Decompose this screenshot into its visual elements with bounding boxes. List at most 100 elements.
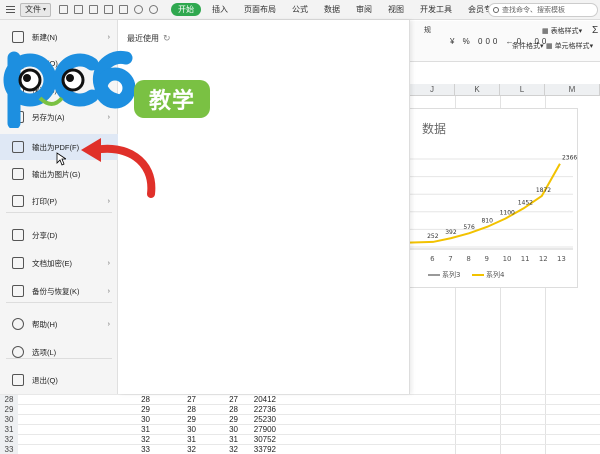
column-header-l[interactable]: L xyxy=(500,84,545,96)
table-cell[interactable]: 29 xyxy=(128,405,150,414)
table-cell[interactable]: 33 xyxy=(128,445,150,454)
file-menu-label: 帮助(H) xyxy=(32,319,58,329)
chevron-right-icon: › xyxy=(107,287,110,295)
tab-view[interactable]: 视图 xyxy=(380,0,412,20)
table-cell[interactable]: 32 xyxy=(216,445,238,454)
tab-home[interactable]: 开始 xyxy=(171,3,202,16)
gear-icon xyxy=(12,346,24,358)
table-cell[interactable]: 27 xyxy=(216,395,238,404)
table-cell[interactable]: 28 xyxy=(174,405,196,414)
table-style-label: 表格样式 xyxy=(550,28,579,35)
row-number[interactable]: 30 xyxy=(0,415,18,425)
table-cell[interactable]: 32 xyxy=(174,445,196,454)
search-icon xyxy=(493,7,499,13)
image-icon xyxy=(12,168,24,180)
column-header-j[interactable]: J xyxy=(410,84,455,96)
file-menu-item-exit[interactable]: 退出(Q) xyxy=(0,367,118,393)
table-cell[interactable]: 29 xyxy=(216,415,238,424)
red-arrow-icon xyxy=(81,138,156,198)
search-input[interactable]: 查找命令、搜索模板 xyxy=(488,3,598,17)
grid-line xyxy=(0,414,600,415)
open-icon[interactable] xyxy=(74,5,84,14)
table-cell[interactable]: 30752 xyxy=(240,435,276,444)
table-style-button[interactable]: ▦ 表格样式▾ xyxy=(542,26,582,36)
file-menu-item-encrypt[interactable]: 文档加密(E) › xyxy=(0,250,118,276)
chart-canvas: 数据 252 392 576 810 110014521872 2366 6 7 8 9 10 11 12… xyxy=(395,121,577,279)
row-number[interactable]: 32 xyxy=(0,435,18,445)
number-format-label: 规 xyxy=(424,27,431,34)
table-cell[interactable]: 27900 xyxy=(240,425,276,434)
table-cell[interactable]: 20412 xyxy=(240,395,276,404)
x-tick-label: 11 xyxy=(521,255,530,263)
table-cell[interactable]: 27 xyxy=(174,395,196,404)
x-tick-label: 6 xyxy=(430,255,435,263)
exit-icon xyxy=(12,374,24,386)
tab-developer[interactable]: 开发工具 xyxy=(412,0,460,20)
number-format-box[interactable]: 规 xyxy=(424,25,431,35)
data-label: 810 xyxy=(481,218,493,225)
tab-review[interactable]: 审阅 xyxy=(348,0,380,20)
row-number[interactable]: 28 xyxy=(0,395,18,405)
x-tick-label: 10 xyxy=(503,255,512,263)
row-number[interactable]: 33 xyxy=(0,445,18,454)
copy-icon[interactable] xyxy=(119,5,129,14)
file-menu-item-options[interactable]: 选项(L) xyxy=(0,339,118,365)
file-menu-item-help[interactable]: 帮助(H) › xyxy=(0,311,118,337)
table-cell[interactable]: 28 xyxy=(216,405,238,414)
table-cell[interactable]: 30 xyxy=(128,415,150,424)
table-cell[interactable]: 31 xyxy=(174,435,196,444)
print-icon[interactable] xyxy=(89,5,99,14)
pdf-icon xyxy=(12,141,24,153)
tab-data[interactable]: 数据 xyxy=(316,0,348,20)
table-cell[interactable]: 30 xyxy=(216,425,238,434)
tab-page-layout[interactable]: 页面布局 xyxy=(236,0,284,20)
legend-entry[interactable]: 系列4 xyxy=(486,270,505,279)
row-number[interactable]: 31 xyxy=(0,425,18,435)
table-cell[interactable]: 28 xyxy=(128,395,150,404)
search-placeholder: 查找命令、搜索模板 xyxy=(502,7,565,14)
tab-insert[interactable]: 插入 xyxy=(204,0,236,20)
file-menu-label: 输出为PDF(F) xyxy=(32,142,80,152)
sum-icon[interactable]: Σ xyxy=(592,25,598,36)
table-cell[interactable]: 30 xyxy=(174,425,196,434)
file-menu-item-share[interactable]: 分享(D) xyxy=(0,222,118,248)
legend-entry[interactable]: 系列3 xyxy=(442,270,460,279)
cell-style-label: 单元格样式 xyxy=(554,43,590,50)
table-cell[interactable]: 31 xyxy=(128,425,150,434)
grid-line xyxy=(0,424,600,425)
grid-line xyxy=(0,394,600,395)
row-number[interactable]: 29 xyxy=(0,405,18,415)
file-menu-label: 文件 xyxy=(25,5,41,14)
x-tick-label: 12 xyxy=(539,255,548,263)
tab-formulas[interactable]: 公式 xyxy=(284,0,316,20)
cond-format-button[interactable]: 条件格式▾ xyxy=(512,41,544,51)
file-menu-item-backup[interactable]: 备份与恢复(K) › xyxy=(0,278,118,304)
file-menu-label: 分享(D) xyxy=(32,230,58,240)
line-chart[interactable]: 数据 252 392 576 810 1100 1452 1872 2366 6 7 8 9 10 11 12… xyxy=(395,108,578,288)
menu-separator xyxy=(6,212,112,213)
preview-icon[interactable] xyxy=(104,5,114,14)
file-menu-label: 选项(L) xyxy=(32,347,57,357)
table-cell[interactable]: 33792 xyxy=(240,445,276,454)
file-menu-label: 打印(P) xyxy=(32,196,57,206)
column-header-m[interactable]: M xyxy=(545,84,600,96)
hamburger-icon[interactable] xyxy=(4,3,18,17)
column-header-k[interactable]: K xyxy=(455,84,500,96)
lock-icon xyxy=(12,257,24,269)
cell-style-button[interactable]: ▦ 单元格样式▾ xyxy=(546,41,593,51)
save-icon[interactable] xyxy=(59,5,69,14)
file-menu-button[interactable]: 文件 ▾ xyxy=(20,2,52,17)
table-cell[interactable]: 29 xyxy=(174,415,196,424)
table-cell[interactable]: 25230 xyxy=(240,415,276,424)
chart-title: 数据 xyxy=(422,121,446,136)
series-line[interactable] xyxy=(395,163,561,244)
file-menu-label: 退出(Q) xyxy=(32,375,58,385)
table-cell[interactable]: 22736 xyxy=(240,405,276,414)
undo-icon[interactable] xyxy=(134,5,144,14)
backup-icon xyxy=(12,285,24,297)
chevron-down-icon: ▾ xyxy=(43,7,47,13)
ribbon-tabs: 开始 插入 页面布局 公式 数据 审阅 视图 开发工具 会员专享 xyxy=(168,0,508,20)
redo-icon[interactable] xyxy=(149,5,159,14)
table-cell[interactable]: 32 xyxy=(128,435,150,444)
table-cell[interactable]: 31 xyxy=(216,435,238,444)
